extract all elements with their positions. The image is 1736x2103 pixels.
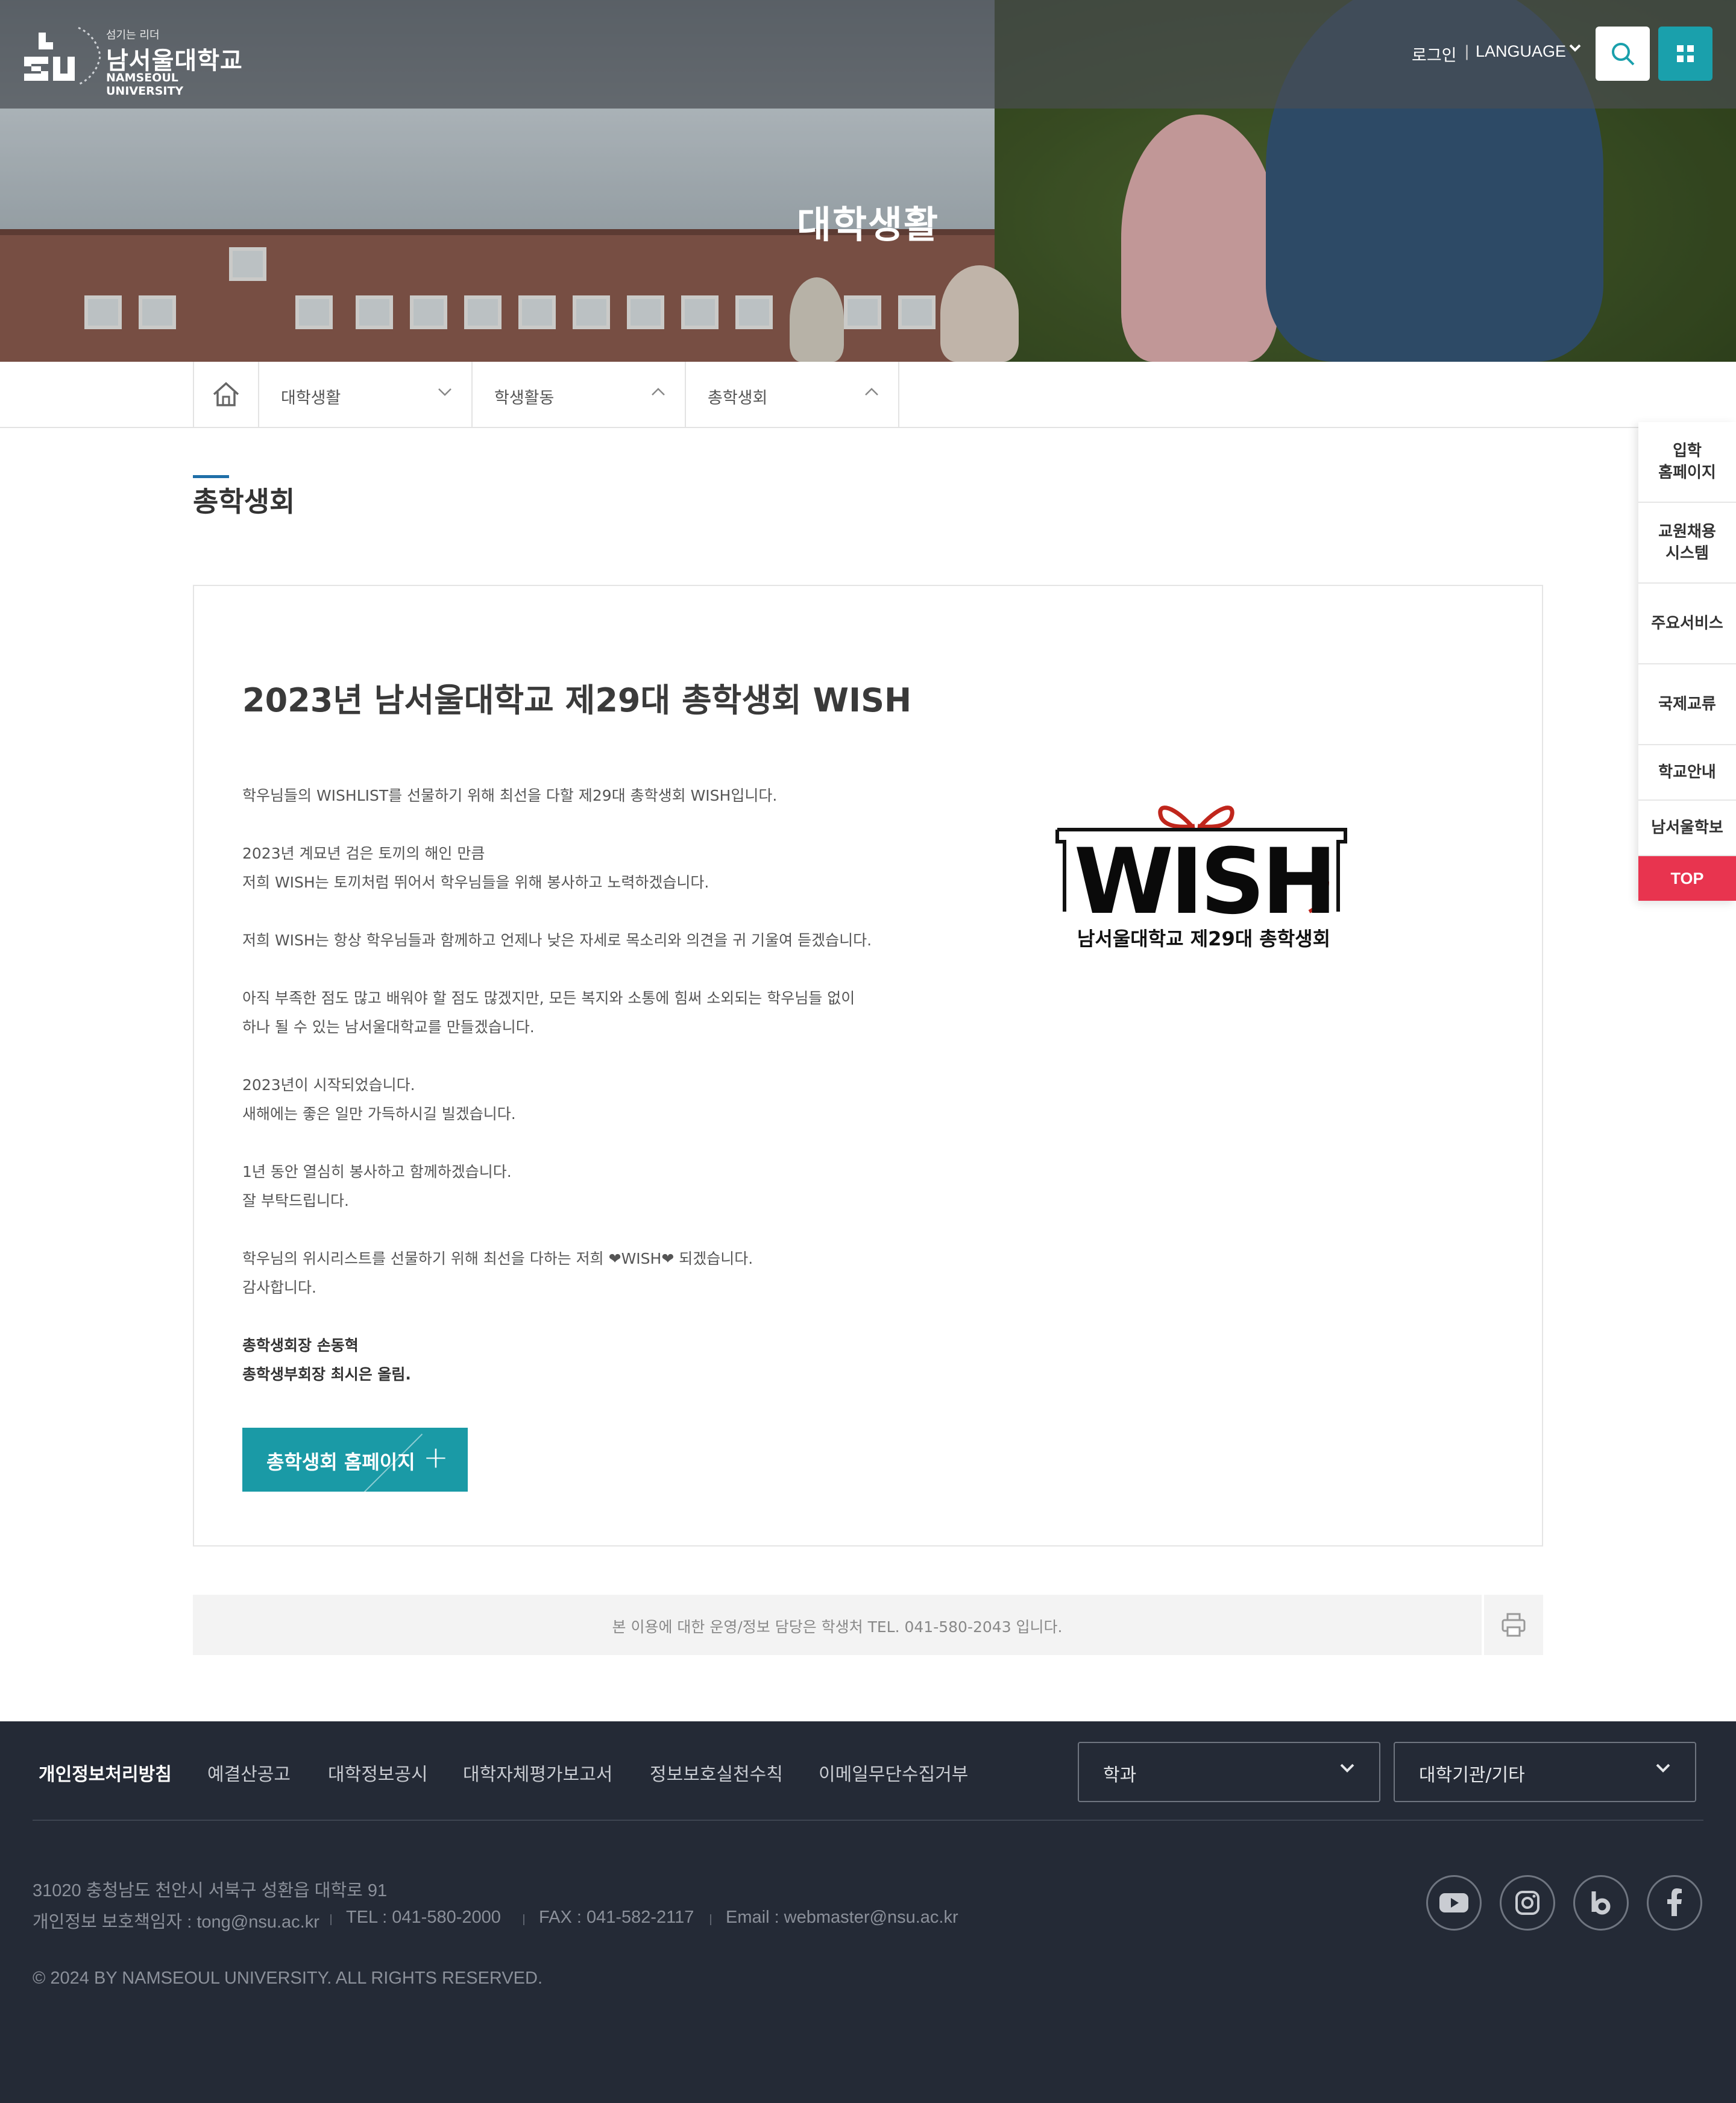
print-icon: [1502, 1613, 1526, 1637]
logo-slogan: 섬기는 리더: [106, 29, 160, 42]
footer-link-budget[interactable]: 예결산공고: [207, 1759, 291, 1786]
content-heading: 2023년 남서울대학교 제29대 총학생회 WISH: [242, 681, 912, 719]
plus-icon: +: [423, 1440, 448, 1475]
breadcrumb-item-student-council[interactable]: 총학생회: [686, 362, 899, 427]
blog-icon: [1591, 1891, 1611, 1915]
select-label: 대학기관/기타: [1419, 1765, 1525, 1786]
chevron-down-icon: [436, 383, 453, 405]
quick-menu-admission[interactable]: 입학 홈페이지: [1638, 422, 1736, 503]
print-button[interactable]: [1484, 1595, 1543, 1655]
content-box: 2023년 남서울대학교 제29대 총학생회 WISH 학우님들의 WISHLI…: [193, 585, 1543, 1547]
department-select[interactable]: 학과: [1078, 1742, 1380, 1802]
search-button[interactable]: [1596, 27, 1650, 81]
breadcrumb-home[interactable]: [193, 362, 259, 427]
util-separator: |: [1465, 42, 1470, 60]
grid-icon: [1677, 45, 1694, 62]
youtube-icon: [1439, 1893, 1468, 1912]
instagram-link[interactable]: [1500, 1875, 1555, 1931]
footer-link-privacy-policy[interactable]: 개인정보처리방침: [39, 1759, 172, 1786]
footer-divider: [33, 1820, 1703, 1821]
wish-logo: WISH 남서울대학교 제29대 총학생회: [1044, 791, 1363, 950]
footer-link-email-refusal[interactable]: 이메일무단수집거부: [819, 1759, 968, 1786]
footer-fax: FAX : 041-582-2117: [539, 1908, 694, 1927]
quick-menu: 입학 홈페이지 교원채용 시스템 주요서비스 국제교류 학교안내 남서울학보 T…: [1638, 422, 1736, 901]
wish-logo-caption: 남서울대학교 제29대 총학생회: [1077, 927, 1331, 950]
scroll-top-button[interactable]: TOP: [1638, 856, 1736, 901]
quick-menu-school-info[interactable]: 학교안내: [1638, 745, 1736, 801]
breadcrumb-item-student-activities[interactable]: 학생활동: [473, 362, 686, 427]
footer-privacy-officer: 개인정보 보호책임자 : tong@nsu.ac.kr: [33, 1912, 319, 1932]
instagram-icon: [1515, 1891, 1539, 1915]
chevron-down-icon: [1337, 1758, 1357, 1783]
all-menu-button[interactable]: [1658, 27, 1712, 81]
university-logo[interactable]: 섬기는 리더 남서울대학교 NAMSEOUL UNIVERSITY: [22, 23, 251, 98]
breadcrumb-item-college-life[interactable]: 대학생활: [259, 362, 473, 427]
paragraph: 학우님의 위시리스트를 선물하기 위해 최선을 다하는 저희 ❤WISH❤ 되겠…: [242, 1250, 753, 1296]
youtube-link[interactable]: [1426, 1875, 1482, 1931]
button-label: 총학생회 홈페이지: [266, 1451, 415, 1474]
quick-menu-newspaper[interactable]: 남서울학보: [1638, 801, 1736, 856]
footer-tel: TEL : 041-580-2000: [346, 1908, 501, 1927]
logo-english-name: NAMSEOUL UNIVERSITY: [106, 71, 184, 98]
chevron-down-icon: [1653, 1758, 1673, 1783]
quick-menu-faculty-recruit[interactable]: 교원채용 시스템: [1638, 503, 1736, 584]
signature: 총학생회장 손동혁 총학생부회장 최시은 올림.: [242, 1337, 411, 1383]
quick-menu-services[interactable]: 주요서비스: [1638, 584, 1736, 664]
hero-title: 대학생활: [796, 203, 940, 247]
nsu-emblem-icon: [24, 33, 75, 81]
breadcrumb-label: 대학생활: [281, 389, 341, 408]
footer-separator: [710, 1914, 711, 1925]
footer: 개인정보처리방침 예결산공고 대학정보공시 대학자체평가보고서 정보보호실천수칙…: [0, 1721, 1736, 2103]
paragraph: 2023년 계묘년 검은 토끼의 해인 만큼 저희 WISH는 토끼처럼 뛰어서…: [242, 845, 709, 891]
footer-copyright: © 2024 BY NAMSEOUL UNIVERSITY. ALL RIGHT…: [33, 1969, 543, 1988]
footer-separator: [330, 1914, 332, 1925]
breadcrumb: 대학생활 학생활동 총학생회: [0, 362, 1736, 428]
paragraph: 2023년이 시작되었습니다. 새해에는 좋은 일만 가득하시길 빌겠습니다.: [242, 1076, 516, 1123]
paragraph: 학우님들의 WISHLIST를 선물하기 위해 최선을 다할 제29대 총학생회…: [242, 787, 778, 804]
footer-link-self-evaluation[interactable]: 대학자체평가보고서: [463, 1759, 612, 1786]
chevron-down-icon[interactable]: [1567, 40, 1583, 64]
search-icon: [1612, 43, 1635, 66]
login-link[interactable]: 로그인: [1412, 42, 1457, 66]
breadcrumb-label: 총학생회: [708, 389, 768, 408]
page-info-text: 본 이용에 대한 운영/정보 담당은 학생처 TEL. 041-580-2043…: [612, 1618, 1063, 1636]
page-title: 총학생회: [193, 485, 295, 518]
facebook-icon: [1667, 1888, 1682, 1916]
quick-menu-international[interactable]: 국제교류: [1638, 664, 1736, 745]
page-info-bar: 본 이용에 대한 운영/정보 담당은 학생처 TEL. 041-580-2043…: [193, 1595, 1482, 1655]
logo-ring-icon: [78, 27, 101, 86]
page-title-accent: [193, 475, 229, 478]
paragraph: 저희 WISH는 항상 학우님들과 함께하고 언제나 낮은 자세로 목소리와 의…: [242, 932, 872, 949]
footer-address: 31020 충청남도 천안시 서북구 성환읍 대학로 91: [33, 1881, 388, 1900]
student-council-homepage-button[interactable]: 총학생회 홈페이지 +: [242, 1428, 468, 1492]
paragraph: 아직 부족한 점도 많고 배워야 할 점도 많겠지만, 모든 복지와 소통에 힘…: [242, 989, 855, 1036]
facebook-link[interactable]: [1647, 1875, 1702, 1931]
select-label: 학과: [1103, 1765, 1137, 1786]
footer-link-disclosure[interactable]: 대학정보공시: [328, 1759, 428, 1786]
language-selector[interactable]: LANGUAGE: [1476, 42, 1566, 66]
home-icon: [213, 382, 239, 406]
footer-email: Email : webmaster@nsu.ac.kr: [726, 1908, 958, 1927]
wish-logo-word: WISH: [1074, 830, 1338, 935]
chevron-up-icon: [863, 383, 880, 405]
blog-link[interactable]: [1573, 1875, 1629, 1931]
breadcrumb-label: 학생활동: [494, 389, 555, 408]
hero-banner: 섬기는 리더 남서울대학교 NAMSEOUL UNIVERSITY 로그인 | …: [0, 0, 1736, 362]
paragraph: 1년 동안 열심히 봉사하고 함께하겠습니다. 잘 부탁드립니다.: [242, 1163, 512, 1209]
footer-separator: [523, 1914, 524, 1925]
institution-select[interactable]: 대학기관/기타: [1394, 1742, 1696, 1802]
chevron-up-icon: [650, 383, 667, 405]
footer-link-security-rules[interactable]: 정보보호실천수칙: [650, 1759, 783, 1786]
